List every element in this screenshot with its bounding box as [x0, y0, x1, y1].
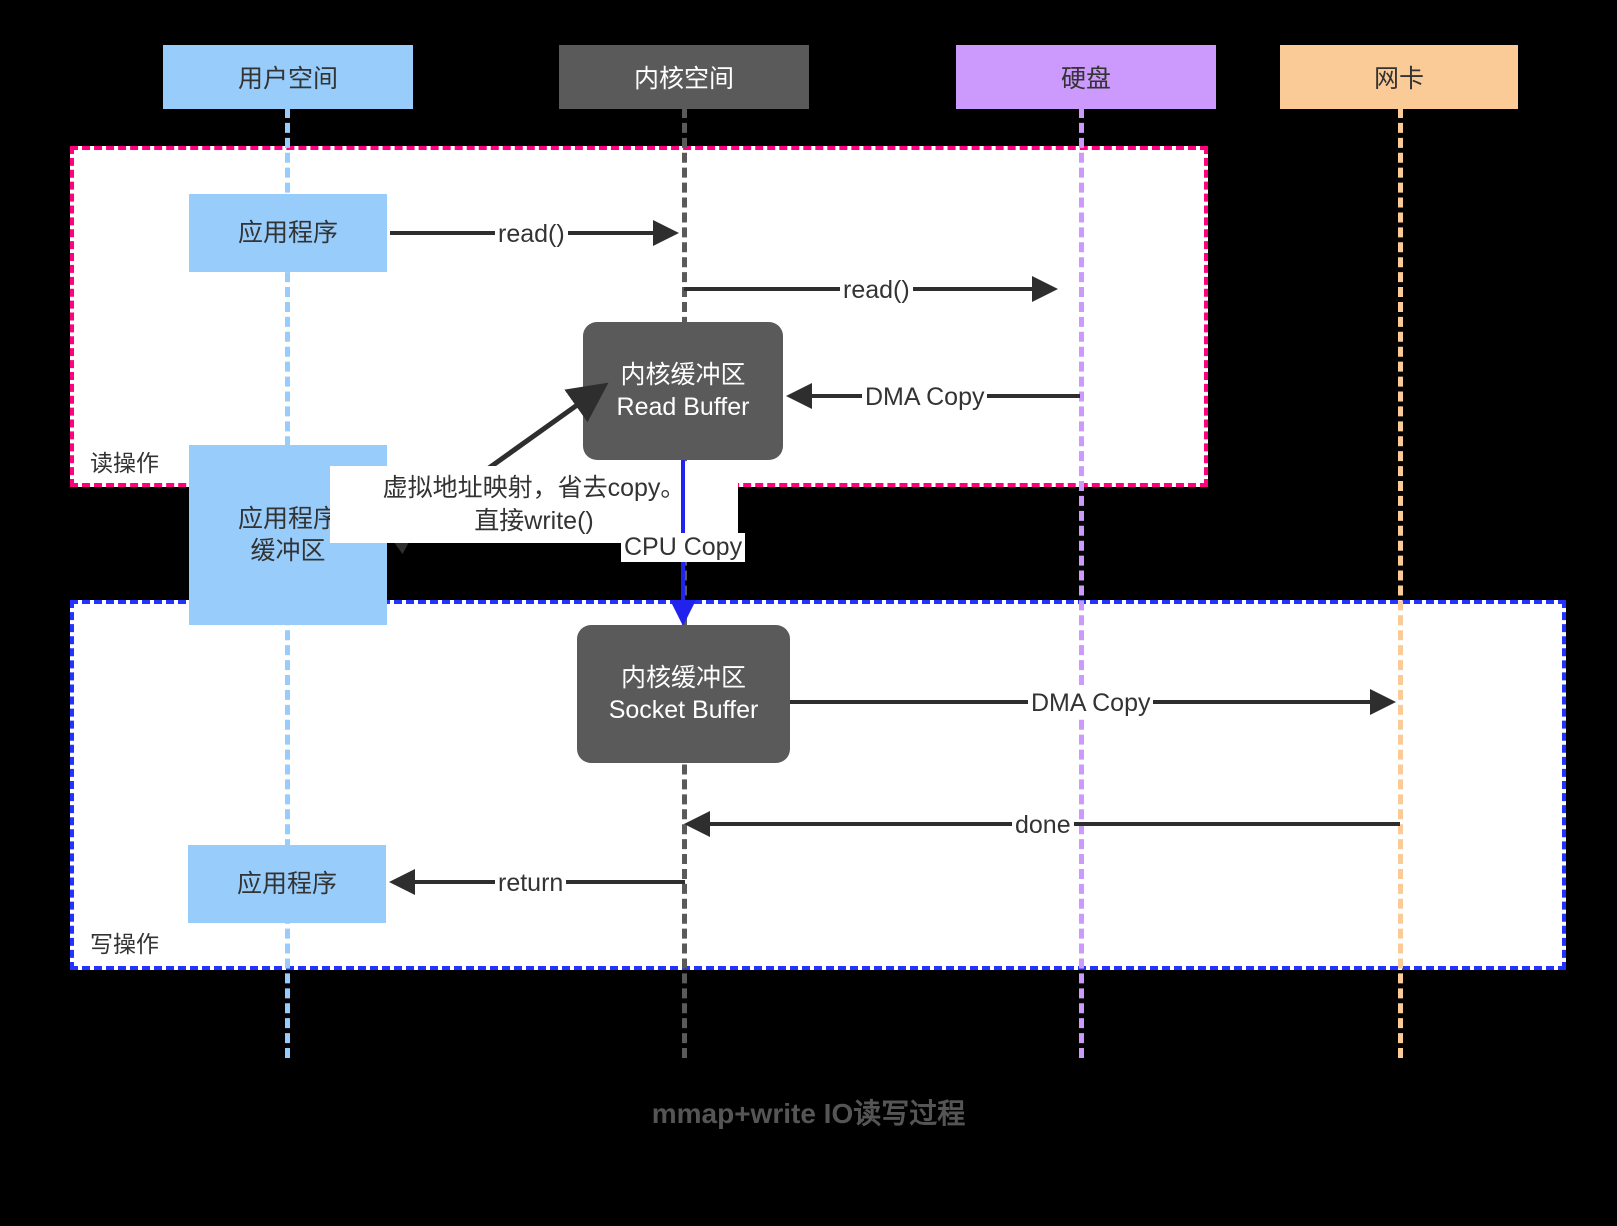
actor-user-space-label: 用户空间	[237, 65, 338, 93]
box-socket-buffer[interactable]: 内核缓冲区 Socket Buffer	[577, 625, 790, 763]
arrow-return-label: return	[495, 869, 567, 898]
diagram-caption: mmap+write IO读写过程	[651, 1098, 966, 1129]
arrow-dma-copy-in-label: DMA Copy	[862, 383, 988, 412]
actor-kernel-space-label: 内核空间	[633, 65, 734, 93]
arrow-read-2-head	[1032, 276, 1058, 302]
box-app-return-line1: 应用程序	[236, 870, 337, 898]
actor-disk-label: 硬盘	[1060, 65, 1111, 93]
arrow-read-1-label: read()	[495, 220, 568, 249]
box-app-buffer-line1: 应用程序	[237, 505, 338, 533]
box-socket-buffer-line1: 内核缓冲区	[620, 664, 746, 692]
arrow-dma-copy-in-head	[786, 383, 812, 409]
arrow-dma-copy-out-label: DMA Copy	[1028, 689, 1154, 718]
arrow-read-1-head	[653, 220, 679, 246]
box-read-buffer-line2: Read Buffer	[616, 393, 750, 421]
actor-disk[interactable]: 硬盘	[956, 45, 1216, 109]
box-app-buffer-line2: 缓冲区	[250, 537, 326, 565]
arrow-dma-copy-out-head	[1370, 689, 1396, 715]
actor-user-space[interactable]: 用户空间	[163, 45, 413, 109]
arrow-done-label: done	[1012, 811, 1074, 840]
arrow-cpu-copy-head	[670, 600, 696, 626]
region-read-label: 读操作	[90, 450, 159, 476]
arrow-return-head	[389, 869, 415, 895]
arrow-done-head	[684, 811, 710, 837]
actor-kernel-space[interactable]: 内核空间	[559, 45, 809, 109]
lifeline-nic	[1398, 108, 1403, 1058]
box-app-read[interactable]: 应用程序	[189, 194, 387, 272]
arrow-read-2-label: read()	[840, 276, 913, 305]
box-read-buffer-line1: 内核缓冲区	[620, 361, 746, 389]
actor-nic[interactable]: 网卡	[1280, 45, 1518, 109]
box-app-return[interactable]: 应用程序	[188, 845, 386, 923]
actor-nic-label: 网卡	[1373, 65, 1424, 93]
arrow-cpu-copy-label: CPU Copy	[621, 533, 746, 562]
lifeline-disk	[1079, 108, 1084, 1058]
diagram-canvas: 读操作 写操作 用户空间 内核空间 硬盘 网卡 应用程序 read() read…	[0, 0, 1617, 1226]
mmap-note: 虚拟地址映射，省去copy。 直接write()	[330, 466, 738, 543]
box-socket-buffer-line2: Socket Buffer	[608, 696, 759, 724]
box-app-read-line1: 应用程序	[237, 219, 338, 247]
region-write-label: 写操作	[90, 931, 159, 957]
